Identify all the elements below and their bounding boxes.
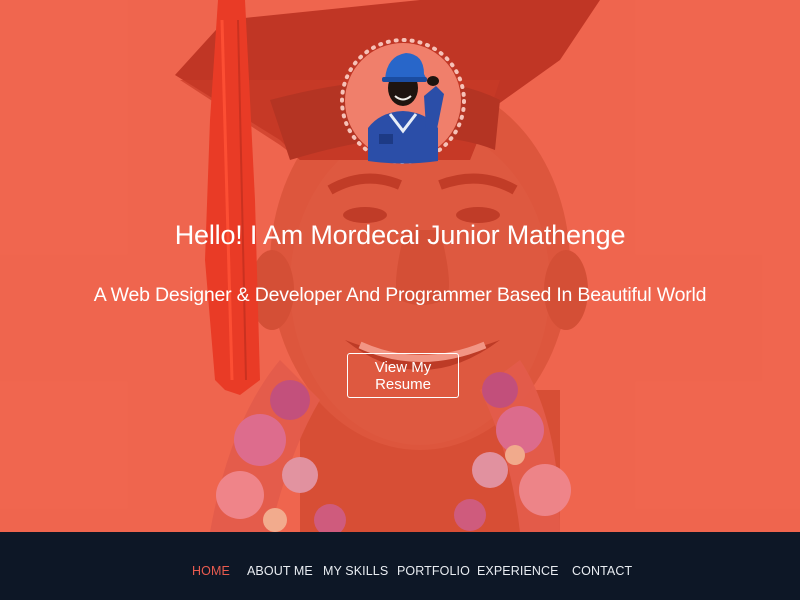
hero-section: Hello! I Am Mordecai Junior Mathenge A W… <box>0 0 800 532</box>
nav-item-experience[interactable]: EXPERIENCE <box>477 564 559 578</box>
hero-subline: A Web Designer & Developer And Programme… <box>93 284 707 306</box>
nav-item-about-me[interactable]: ABOUT ME <box>247 564 313 578</box>
nav-item-portfolio[interactable]: PORTFOLIO <box>397 564 470 578</box>
hero-headline: Hello! I Am Mordecai Junior Mathenge <box>174 220 626 250</box>
profile-avatar <box>340 38 466 164</box>
nav-item-home[interactable]: HOME <box>192 564 230 578</box>
view-resume-button[interactable]: View My Resume <box>347 353 459 398</box>
nav-item-my-skills[interactable]: MY SKILLS <box>323 564 388 578</box>
nav-item-contact[interactable]: CONTACT <box>572 564 632 578</box>
main-navbar: HOME ABOUT ME MY SKILLS PORTFOLIO EXPERI… <box>0 532 800 600</box>
